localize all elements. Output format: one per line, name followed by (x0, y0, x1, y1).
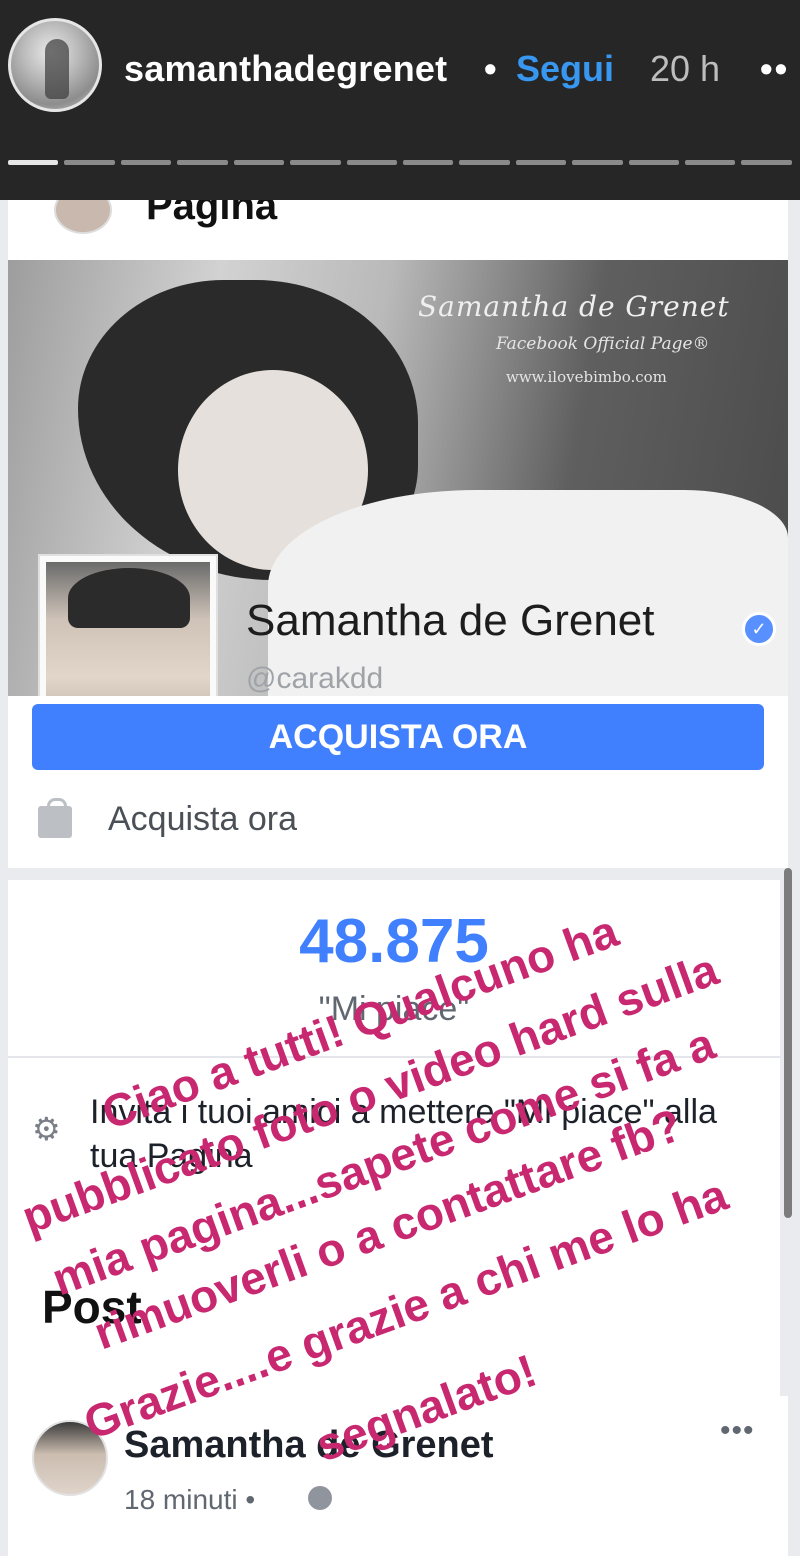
progress-segment (8, 160, 59, 165)
buy-now-button[interactable]: ACQUISTA ORA (32, 704, 764, 770)
follow-button[interactable]: Segui (516, 48, 614, 90)
progress-segment (628, 160, 680, 165)
globe-icon (308, 1486, 332, 1510)
avatar-figure (45, 39, 69, 99)
page-handle: @carakdd (246, 662, 384, 695)
likes-count: 48.875 (299, 907, 489, 976)
cover-brand-name: Samantha de Grenet (418, 290, 730, 323)
progress-segment (515, 160, 567, 165)
scrollbar[interactable] (784, 868, 792, 1218)
verified-badge-icon: ✓ (742, 612, 776, 646)
facebook-screenshot: Pagina Samantha de Grenet Facebook Offic… (0, 200, 800, 1556)
post-author-avatar[interactable] (32, 1420, 108, 1496)
post-card[interactable]: Samantha de Grenet 18 minuti • ••• (8, 1396, 788, 1556)
username[interactable]: samanthadegrenet (124, 48, 447, 90)
profile-picture-image (46, 562, 210, 696)
post-timestamp: 18 minuti • (124, 1484, 256, 1515)
likes-label: "Mi piace" (318, 990, 470, 1028)
progress-segment (741, 160, 792, 165)
progress-segment (459, 160, 510, 165)
more-options-icon[interactable]: •• (760, 48, 789, 90)
progress-segment (233, 160, 285, 165)
post-author[interactable]: Samantha de Grenet (124, 1424, 494, 1467)
progress-segment (572, 160, 623, 165)
cover-brand-subtitle: Facebook Official Page® (496, 334, 710, 354)
cover-brand-url: www.ilovebimbo.com (506, 368, 667, 386)
page-name: Samantha de Grenet (246, 596, 655, 645)
cover-photo: Samantha de Grenet Facebook Official Pag… (8, 260, 788, 696)
post-more-icon[interactable]: ••• (720, 1414, 755, 1448)
progress-segment (120, 160, 172, 165)
progress-segment (346, 160, 397, 165)
progress-segment (290, 160, 341, 165)
shop-now-link[interactable]: Acquista ora (108, 800, 297, 839)
separator-dot: • (484, 48, 497, 89)
profile-picture[interactable] (38, 554, 218, 696)
progress-segment (402, 160, 454, 165)
progress-segment (64, 160, 115, 165)
profile-picture-hair (68, 568, 190, 628)
progress-segment (177, 160, 228, 165)
page-mini-avatar (54, 200, 112, 234)
invite-friends-text[interactable]: Invita i tuoi amici a mettere "Mi piace"… (90, 1090, 770, 1178)
progress-segment (685, 160, 736, 165)
cta-section: ACQUISTA ORA Acquista ora (8, 696, 788, 868)
story-progress-bar (8, 160, 792, 165)
friends-icon: ⚙ (32, 1111, 61, 1147)
profile-avatar[interactable] (8, 18, 102, 112)
story-header: samanthadegrenet • Segui 20 h •• (0, 0, 800, 200)
divider (8, 1056, 780, 1058)
page-header-strip: Pagina (8, 200, 788, 260)
shopping-bag-icon (38, 798, 72, 838)
page-heading: Pagina (146, 200, 278, 228)
story-timestamp: 20 h (650, 48, 721, 89)
posts-section-title: Post (42, 1281, 142, 1333)
